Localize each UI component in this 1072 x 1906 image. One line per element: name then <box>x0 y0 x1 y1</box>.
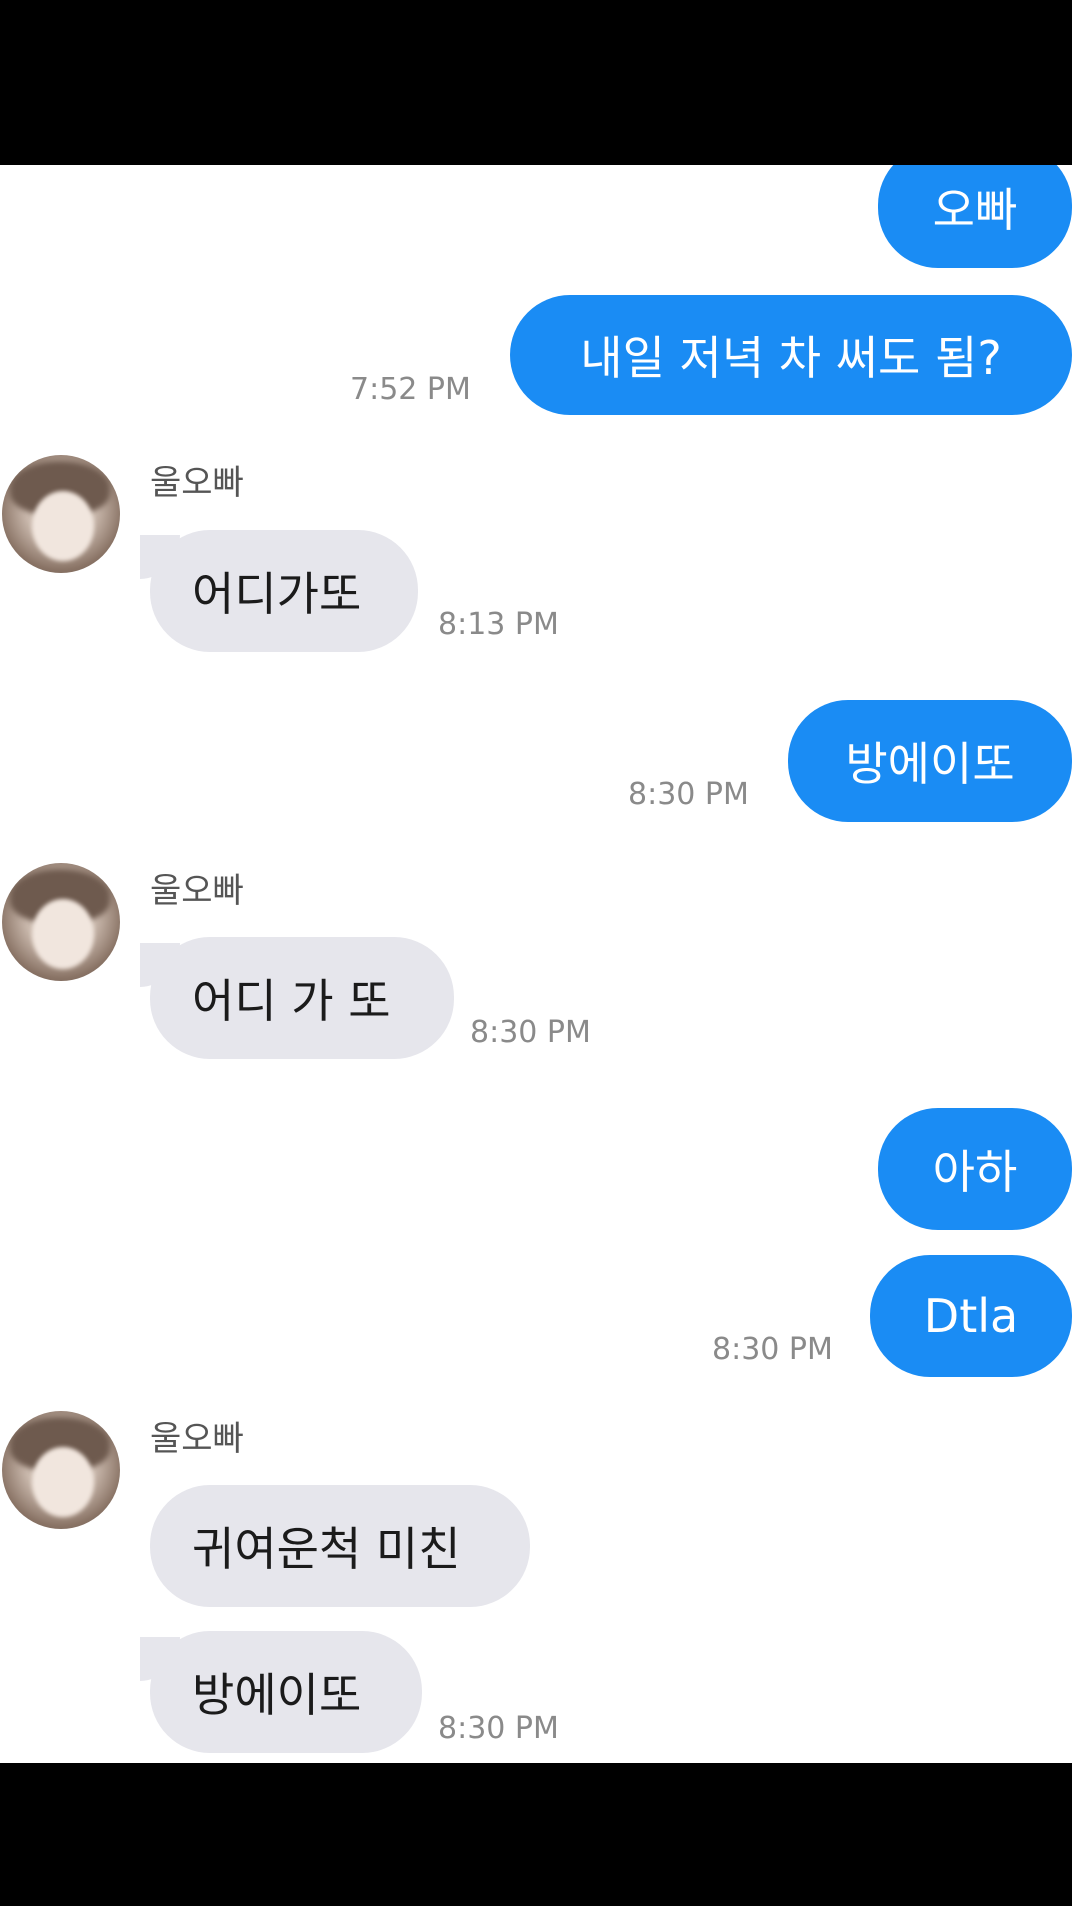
message-timestamp: 8:13 PM <box>438 607 559 642</box>
sender-name: 울오빠 <box>150 871 244 911</box>
outgoing-message[interactable]: 아하 <box>878 1108 1072 1230</box>
message-timestamp: 8:30 PM <box>712 1332 833 1367</box>
message-timestamp: 8:30 PM <box>470 1015 591 1050</box>
outgoing-message[interactable]: 오빠 <box>878 165 1072 268</box>
avatar-face <box>32 1447 94 1517</box>
message-text: 아하 <box>932 1145 1018 1199</box>
contact-avatar[interactable] <box>2 455 120 573</box>
message-text: 내일 저녁 차 써도 됨? <box>580 331 1002 385</box>
bottom-letterbox <box>0 1763 1072 1906</box>
contact-avatar[interactable] <box>2 863 120 981</box>
message-timestamp: 8:30 PM <box>438 1711 559 1746</box>
message-thread[interactable]: 오빠 내일 저녁 차 써도 됨? 7:52 PM 울오빠 어디가또 8:13 P… <box>0 165 1072 1763</box>
message-timestamp: 7:52 PM <box>350 372 471 407</box>
message-text: Dtla <box>923 1289 1019 1343</box>
contact-avatar[interactable] <box>2 1411 120 1529</box>
sender-name: 울오빠 <box>150 463 244 503</box>
message-text: 방에이또 <box>192 1668 362 1722</box>
incoming-message[interactable]: 어디 가 또 <box>150 937 454 1059</box>
outgoing-message[interactable]: Dtla <box>870 1255 1072 1377</box>
avatar-face <box>32 491 94 561</box>
top-letterbox <box>0 0 1072 165</box>
message-text: 방에이또 <box>845 737 1015 791</box>
incoming-message[interactable]: 어디가또 <box>150 530 418 652</box>
message-text: 오빠 <box>932 182 1018 237</box>
message-text: 어디 가 또 <box>192 974 391 1028</box>
message-text: 귀여운척 미친 <box>192 1522 461 1576</box>
outgoing-message[interactable]: 방에이또 <box>788 700 1072 822</box>
message-timestamp: 8:30 PM <box>628 777 749 812</box>
outgoing-message[interactable]: 내일 저녁 차 써도 됨? <box>510 295 1072 415</box>
incoming-message[interactable]: 방에이또 <box>150 1631 422 1753</box>
incoming-message[interactable]: 귀여운척 미친 <box>150 1485 530 1607</box>
sender-name: 울오빠 <box>150 1419 244 1459</box>
message-text: 어디가또 <box>192 567 362 621</box>
avatar-face <box>32 899 94 969</box>
